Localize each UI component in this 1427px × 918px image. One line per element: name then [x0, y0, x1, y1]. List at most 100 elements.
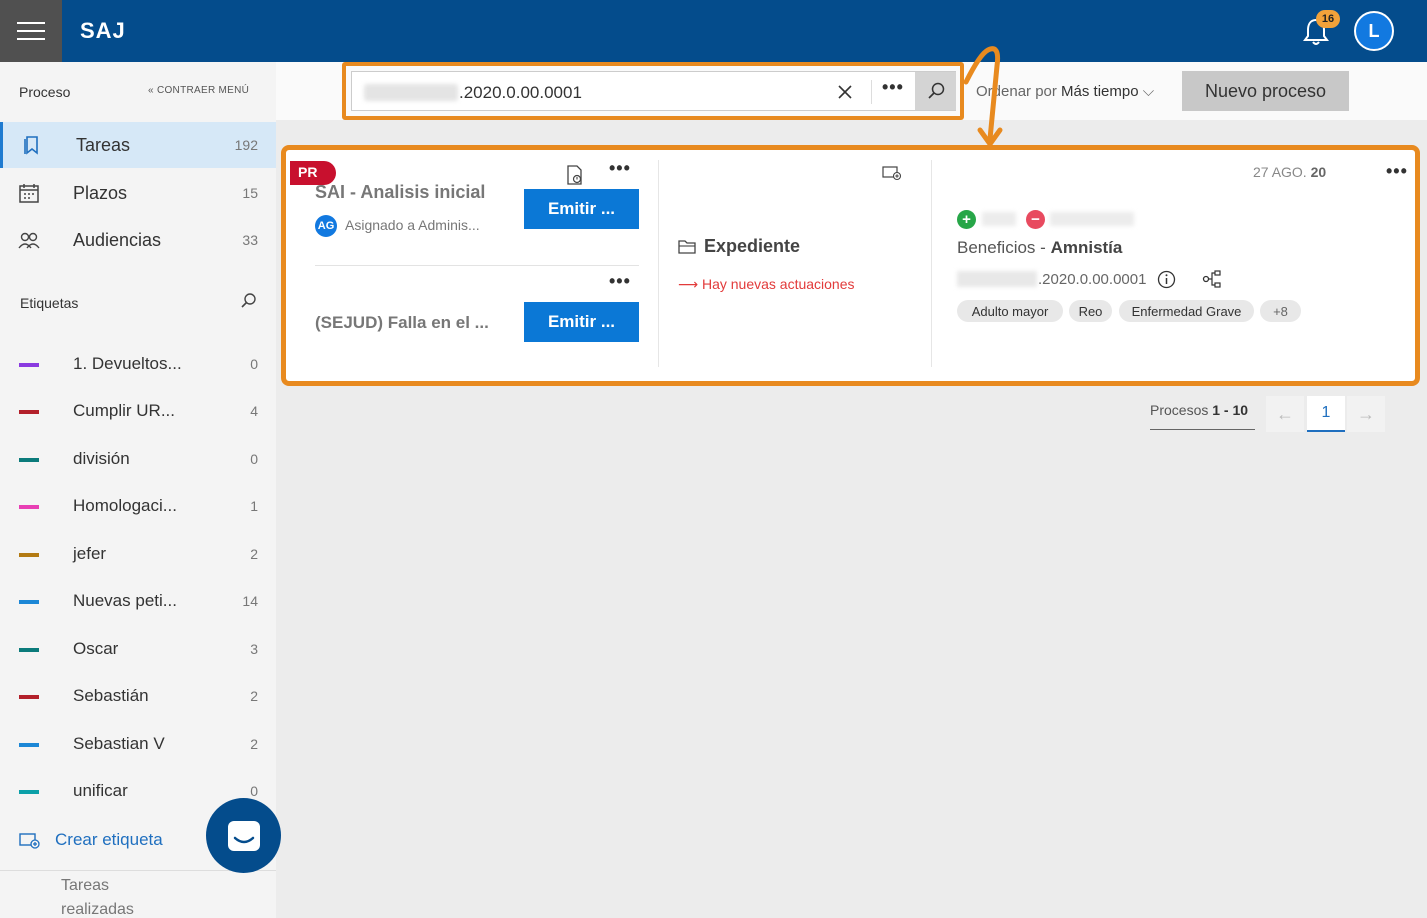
add-tag-icon[interactable]: [882, 165, 902, 181]
tag-chip[interactable]: Enfermedad Grave: [1119, 300, 1254, 322]
tag-color: [19, 553, 39, 557]
tag-color: [19, 600, 39, 604]
tag-item[interactable]: división 0: [0, 445, 276, 475]
search-input[interactable]: .2020.0.00.0001 •••: [351, 71, 956, 111]
chat-button[interactable]: [206, 798, 281, 873]
tag-color: [19, 458, 39, 462]
sidebar-item-tareas[interactable]: Tareas 192: [0, 122, 276, 168]
date-year: 20: [1310, 164, 1327, 180]
redacted-text: [982, 212, 1016, 226]
divider: [871, 80, 872, 104]
arrow-right-icon: ⟶: [678, 276, 699, 292]
search-icon: [927, 82, 944, 99]
expediente-link[interactable]: Expediente: [678, 236, 800, 257]
pagination-text: Procesos: [1150, 402, 1209, 418]
document-clock-icon[interactable]: [566, 165, 584, 185]
tag-label: Cumplir UR...: [73, 401, 176, 420]
add-tag-icon: [19, 833, 40, 849]
sidebar-item-count: 192: [234, 137, 258, 153]
plus-circle-icon: +: [957, 210, 976, 229]
tag-item[interactable]: Cumplir UR... 4: [0, 397, 276, 427]
menu-icon[interactable]: [0, 0, 62, 62]
info-icon[interactable]: [1157, 270, 1176, 289]
sidebar-item-count: 15: [242, 185, 258, 201]
tag-label: Sebastián: [73, 686, 149, 705]
tag-count: 0: [250, 783, 258, 799]
pagination-range: 1 - 10: [1212, 402, 1249, 418]
benefit-prefix: Beneficios -: [957, 238, 1046, 257]
assignee-text: Asignado a Adminis...: [345, 217, 480, 233]
tag-label: Sebastian V: [73, 734, 165, 753]
task-title[interactable]: (SEJUD) Falla en el ...: [315, 313, 489, 333]
next-page-button[interactable]: →: [1347, 396, 1385, 432]
chat-icon: [227, 820, 260, 851]
new-actions-alert[interactable]: ⟶ Hay nuevas actuaciones: [678, 276, 855, 293]
hierarchy-icon[interactable]: [1202, 270, 1222, 288]
tag-color: [19, 743, 39, 747]
tag-item[interactable]: Sebastian V 2: [0, 730, 276, 760]
tag-item[interactable]: Homologaci... 1: [0, 492, 276, 522]
emit-button[interactable]: Emitir ...: [524, 189, 639, 229]
bookmark-icon: [24, 136, 38, 155]
prev-page-button[interactable]: ←: [1266, 396, 1304, 432]
tag-count: 0: [250, 356, 258, 372]
sidebar-item-plazos[interactable]: Plazos 15: [0, 170, 276, 216]
sidebar-item-count: 33: [242, 232, 258, 248]
tag-label: Homologaci...: [73, 496, 177, 515]
emit-button[interactable]: Emitir ...: [524, 302, 639, 342]
divider: [658, 160, 659, 367]
more-options-button[interactable]: •••: [882, 77, 904, 98]
tag-count: 14: [242, 593, 258, 609]
tag-item[interactable]: Nuevas peti... 14: [0, 587, 276, 617]
done-tasks-link[interactable]: Tareas realizadas: [61, 874, 141, 918]
task-more-button[interactable]: •••: [609, 158, 631, 179]
tag-chip[interactable]: Adulto mayor: [957, 300, 1063, 322]
tag-color: [19, 505, 39, 509]
new-process-button[interactable]: Nuevo proceso: [1182, 71, 1349, 111]
divider: [315, 265, 639, 266]
tag-color: [19, 410, 39, 414]
calendar-icon: [19, 184, 39, 203]
annotation-arrow-icon: [963, 46, 1003, 147]
sort-value: Más tiempo: [1061, 83, 1139, 100]
tag-chip[interactable]: Reo: [1069, 300, 1112, 322]
redacted-text: [1050, 212, 1134, 226]
tag-count: 1: [250, 498, 258, 514]
tag-color: [19, 695, 39, 699]
close-icon[interactable]: [836, 83, 854, 101]
top-bar: SAJ 16 L: [0, 0, 1427, 62]
search-value: .2020.0.00.0001: [459, 83, 582, 102]
pagination-label: Procesos 1 - 10: [1150, 402, 1248, 418]
tag-count: 4: [250, 403, 258, 419]
tag-item[interactable]: Sebastián 2: [0, 682, 276, 712]
more-tags-chip[interactable]: +8: [1260, 300, 1301, 322]
tag-count: 2: [250, 736, 258, 752]
benefit-value: Amnistía: [1050, 238, 1123, 257]
tag-item[interactable]: 1. Devueltos... 0: [0, 350, 276, 380]
divider: [931, 160, 932, 367]
tag-count: 3: [250, 641, 258, 657]
tag-item[interactable]: Oscar 3: [0, 635, 276, 665]
notification-badge[interactable]: 16: [1316, 10, 1340, 28]
card-more-button[interactable]: •••: [1386, 161, 1408, 182]
tag-color: [19, 363, 39, 367]
current-page-button[interactable]: 1: [1307, 396, 1345, 432]
user-avatar[interactable]: L: [1354, 11, 1394, 51]
task-title[interactable]: SAI - Analisis inicial: [315, 182, 485, 203]
search-icon[interactable]: [240, 292, 258, 310]
avatar: AG: [315, 215, 337, 237]
sidebar-item-label: Plazos: [73, 182, 128, 203]
alert-text: Hay nuevas actuaciones: [701, 276, 855, 292]
process-date: 27 AGO. 20: [1253, 164, 1326, 180]
tag-count: 0: [250, 451, 258, 467]
process-number: .2020.0.00.0001: [1038, 271, 1147, 288]
divider: [1150, 429, 1255, 430]
task-more-button[interactable]: •••: [609, 271, 631, 292]
tag-label: Oscar: [73, 639, 119, 658]
tag-item[interactable]: jefer 2: [0, 540, 276, 570]
sidebar-item-label: Audiencias: [73, 229, 162, 250]
sidebar-item-audiencias[interactable]: Audiencias 33: [0, 217, 276, 263]
create-tag-button[interactable]: Crear etiqueta: [19, 830, 163, 850]
collapse-menu-button[interactable]: « CONTRAER MENÚ: [148, 85, 249, 96]
app-brand[interactable]: SAJ: [80, 18, 126, 44]
